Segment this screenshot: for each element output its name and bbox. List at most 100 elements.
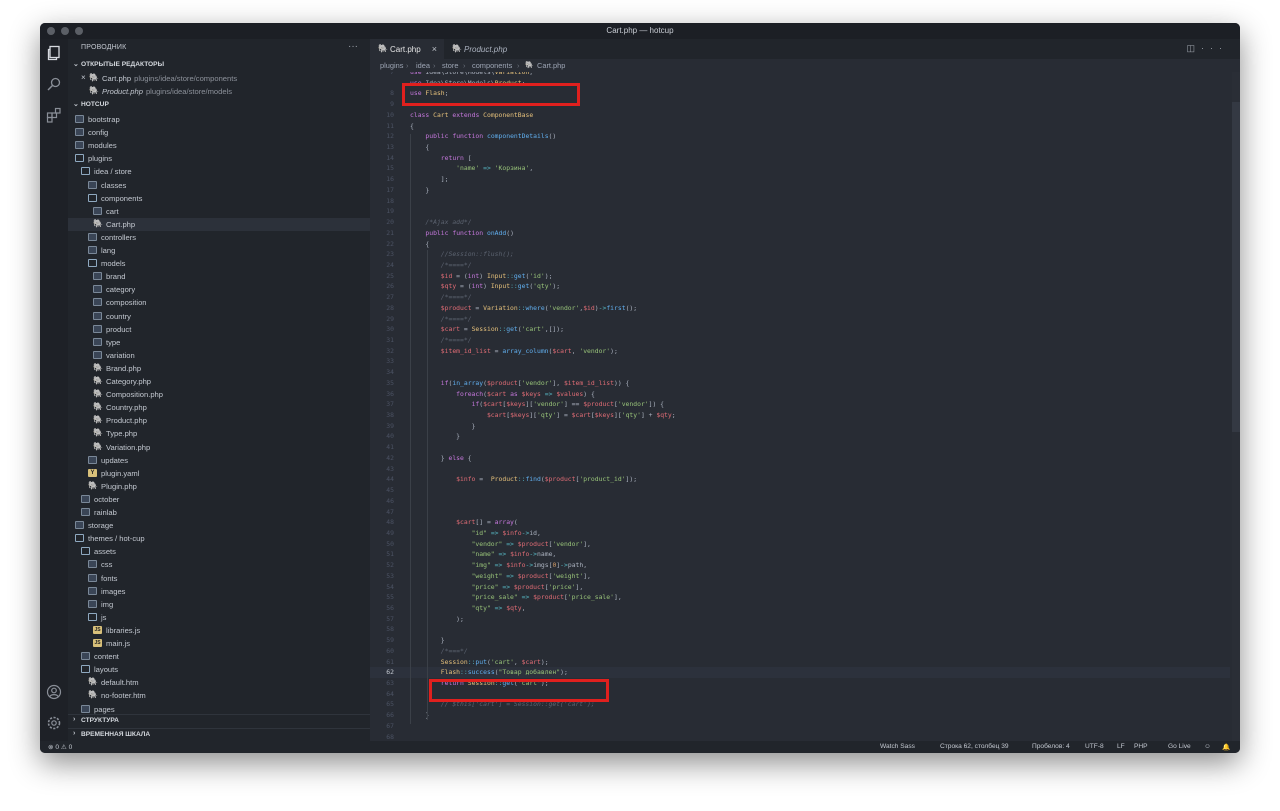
code-line[interactable]: 68 <box>370 732 1230 741</box>
tree-item[interactable]: js <box>68 611 370 624</box>
tree-item[interactable]: models <box>68 257 370 270</box>
explorer-icon[interactable] <box>46 45 62 61</box>
code-line[interactable]: 34 <box>370 367 1230 378</box>
code-line[interactable]: 59 } <box>370 635 1230 646</box>
vertical-scrollbar[interactable] <box>1232 72 1240 741</box>
tree-item[interactable]: modules <box>68 139 370 152</box>
code-line[interactable]: 39 } <box>370 421 1230 432</box>
go-live-button[interactable]: Go Live <box>1168 743 1191 750</box>
code-line[interactable]: 31 /*====*/ <box>370 335 1230 346</box>
code-line[interactable]: 61 Session::put('cart', $cart); <box>370 657 1230 668</box>
account-icon[interactable] <box>46 684 62 700</box>
tree-item[interactable]: content <box>68 650 370 663</box>
close-icon[interactable]: × <box>81 73 86 82</box>
tree-item[interactable]: 🐘 Category.php <box>68 375 370 388</box>
tree-item[interactable]: css <box>68 558 370 571</box>
code-line[interactable]: 20 /*Ajax add*/ <box>370 217 1230 228</box>
code-line[interactable]: 25 $id = (int) Input::get('id'); <box>370 271 1230 282</box>
extensions-icon[interactable] <box>46 107 62 123</box>
tree-item[interactable]: fonts <box>68 572 370 585</box>
close-icon[interactable]: × <box>432 44 437 54</box>
open-editors-section[interactable]: ⌄ ОТКРЫТЫЕ РЕДАКТОРЫ <box>68 59 370 71</box>
outline-section[interactable]: › СТРУКТУРА <box>68 714 370 727</box>
code-line[interactable]: 7 use Idea\Store\Models\Variation; <box>370 72 1230 78</box>
tree-item[interactable]: country <box>68 310 370 323</box>
code-line[interactable]: 44 $info = Product::find($product['produ… <box>370 474 1230 485</box>
encoding-indicator[interactable]: UTF-8 <box>1085 743 1104 750</box>
tree-item[interactable]: JS main.js <box>68 637 370 650</box>
code-line[interactable]: 66 } <box>370 710 1230 721</box>
tree-item[interactable]: idea / store <box>68 165 370 178</box>
code-line[interactable]: 11 { <box>370 121 1230 132</box>
code-line[interactable]: 21 public function onAdd() <box>370 228 1230 239</box>
code-line[interactable]: 52 "img" => $info->imgs[0]->path, <box>370 560 1230 571</box>
code-line[interactable]: 43 <box>370 464 1230 475</box>
tree-item[interactable]: Yplugin.yaml <box>68 467 370 480</box>
tree-item[interactable]: plugins <box>68 152 370 165</box>
tree-item[interactable]: storage <box>68 519 370 532</box>
watch-sass-button[interactable]: Watch Sass <box>880 743 915 750</box>
tree-item[interactable]: cart <box>68 205 370 218</box>
open-editor-cart[interactable]: × 🐘 Cart.php plugins/idea/store/component… <box>68 72 370 85</box>
tree-item[interactable]: 🐘 Plugin.php <box>68 480 370 493</box>
tree-item[interactable]: october <box>68 493 370 506</box>
tree-item[interactable]: img <box>68 598 370 611</box>
tree-item[interactable]: 🐘 Type.php <box>68 427 370 440</box>
tree-item[interactable]: config <box>68 126 370 139</box>
tree-item[interactable]: 🐘 default.htm <box>68 676 370 689</box>
code-line[interactable]: 10 class Cart extends ComponentBase <box>370 110 1230 121</box>
code-line[interactable]: 27 /*====*/ <box>370 292 1230 303</box>
code-line[interactable]: 67 <box>370 721 1230 732</box>
code-line[interactable]: 62 Flash::success("Товар добавлен"); <box>370 667 1230 678</box>
tree-item[interactable]: 🐘 Composition.php <box>68 388 370 401</box>
tree-item[interactable]: classes <box>68 179 370 192</box>
language-indicator[interactable]: PHP <box>1134 743 1148 750</box>
code-line[interactable]: 24 /*====*/ <box>370 260 1230 271</box>
code-line[interactable]: 16 ]; <box>370 174 1230 185</box>
tab-cart-php[interactable]: 🐘 Cart.php × <box>370 39 444 59</box>
tree-item[interactable]: layouts <box>68 663 370 676</box>
tree-item[interactable]: 🐘 no-footer.htm <box>68 689 370 702</box>
code-line[interactable]: 56 "qty" => $qty, <box>370 603 1230 614</box>
tree-item[interactable]: JS libraries.js <box>68 624 370 637</box>
cursor-position[interactable]: Строка 62, столбец 39 <box>940 743 1009 750</box>
code-line[interactable]: 58 <box>370 624 1230 635</box>
tree-item[interactable]: themes / hot-cup <box>68 532 370 545</box>
tree-item[interactable]: brand <box>68 270 370 283</box>
code-line[interactable]: 35 if(in_array($product['vendor'], $item… <box>370 378 1230 389</box>
code-line[interactable]: 36 foreach($cart as $keys => $values) { <box>370 389 1230 400</box>
tree-item[interactable]: components <box>68 192 370 205</box>
code-line[interactable]: 13 { <box>370 142 1230 153</box>
indentation-indicator[interactable]: Пробелов: 4 <box>1032 743 1070 750</box>
timeline-section[interactable]: › ВРЕМЕННАЯ ШКАЛА <box>68 728 370 741</box>
gear-icon[interactable] <box>46 715 62 731</box>
tree-item[interactable]: rainlab <box>68 506 370 519</box>
code-line[interactable]: 60 /*===*/ <box>370 646 1230 657</box>
code-editor[interactable]: 68 67 66 } 65 // $this['cart'] = Session::g… <box>370 72 1240 741</box>
code-line[interactable]: 32 $item_id_list = array_column($cart, '… <box>370 346 1230 357</box>
code-line[interactable]: 18 <box>370 196 1230 207</box>
code-line[interactable]: 48 $cart[] = array( <box>370 517 1230 528</box>
eol-indicator[interactable]: LF <box>1117 743 1125 750</box>
code-line[interactable]: 33 <box>370 356 1230 367</box>
breadcrumb-item[interactable]: idea <box>416 61 430 70</box>
code-line[interactable]: 47 <box>370 507 1230 518</box>
tree-item[interactable]: lang <box>68 244 370 257</box>
code-line[interactable]: 22 { <box>370 239 1230 250</box>
tree-item[interactable]: type <box>68 336 370 349</box>
tree-item[interactable]: product <box>68 323 370 336</box>
code-line[interactable]: 51 "name" => $info->name, <box>370 549 1230 560</box>
code-line[interactable]: 28 $product = Variation::where('vendor',… <box>370 303 1230 314</box>
tree-item[interactable]: category <box>68 283 370 296</box>
code-line[interactable]: 15 'name' => 'Корзина', <box>370 163 1230 174</box>
breadcrumb-item[interactable]: components <box>472 61 512 70</box>
breadcrumb-item[interactable]: store <box>442 61 458 70</box>
project-section[interactable]: ⌄ HOTCUP <box>68 99 370 111</box>
tree-item[interactable]: controllers <box>68 231 370 244</box>
code-line[interactable]: 37 if($cart[$keys]['vendor'] == $product… <box>370 399 1230 410</box>
open-editor-product[interactable]: 🐘 Product.php plugins/idea/store/models <box>68 85 370 98</box>
breadcrumb-item[interactable]: plugins <box>380 61 403 70</box>
feedback-icon[interactable]: ☺ <box>1204 743 1211 750</box>
problems-indicator[interactable]: ⊗ 0 ⚠ 0 <box>48 743 72 751</box>
tree-item[interactable]: 🐘 Variation.php <box>68 441 370 454</box>
